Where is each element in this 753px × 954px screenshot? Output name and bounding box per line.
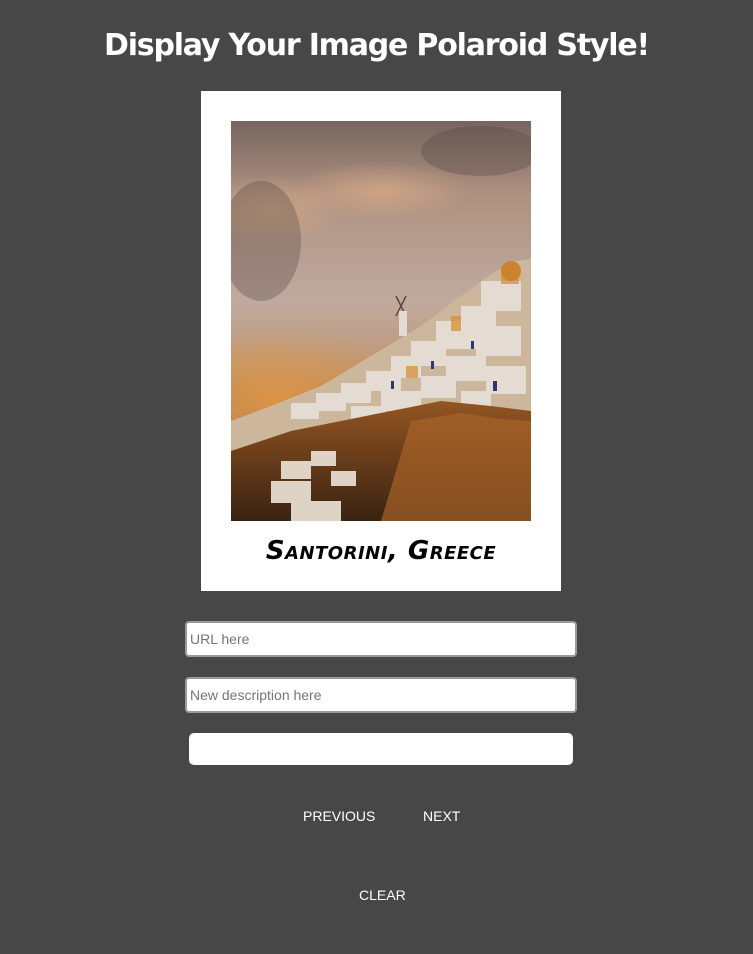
submit-button[interactable] (189, 733, 573, 765)
polaroid-photo (231, 121, 531, 521)
url-input[interactable] (185, 621, 577, 657)
description-input[interactable] (185, 677, 577, 713)
page-title: Display Your Image Polaroid Style! (104, 28, 650, 63)
clear-button[interactable]: CLEAR (359, 886, 406, 904)
polaroid-card: Santorini, Greece (201, 91, 561, 591)
next-button[interactable]: NEXT (423, 807, 460, 825)
previous-button[interactable]: PREVIOUS (303, 807, 375, 825)
polaroid-caption: Santorini, Greece (265, 536, 497, 566)
